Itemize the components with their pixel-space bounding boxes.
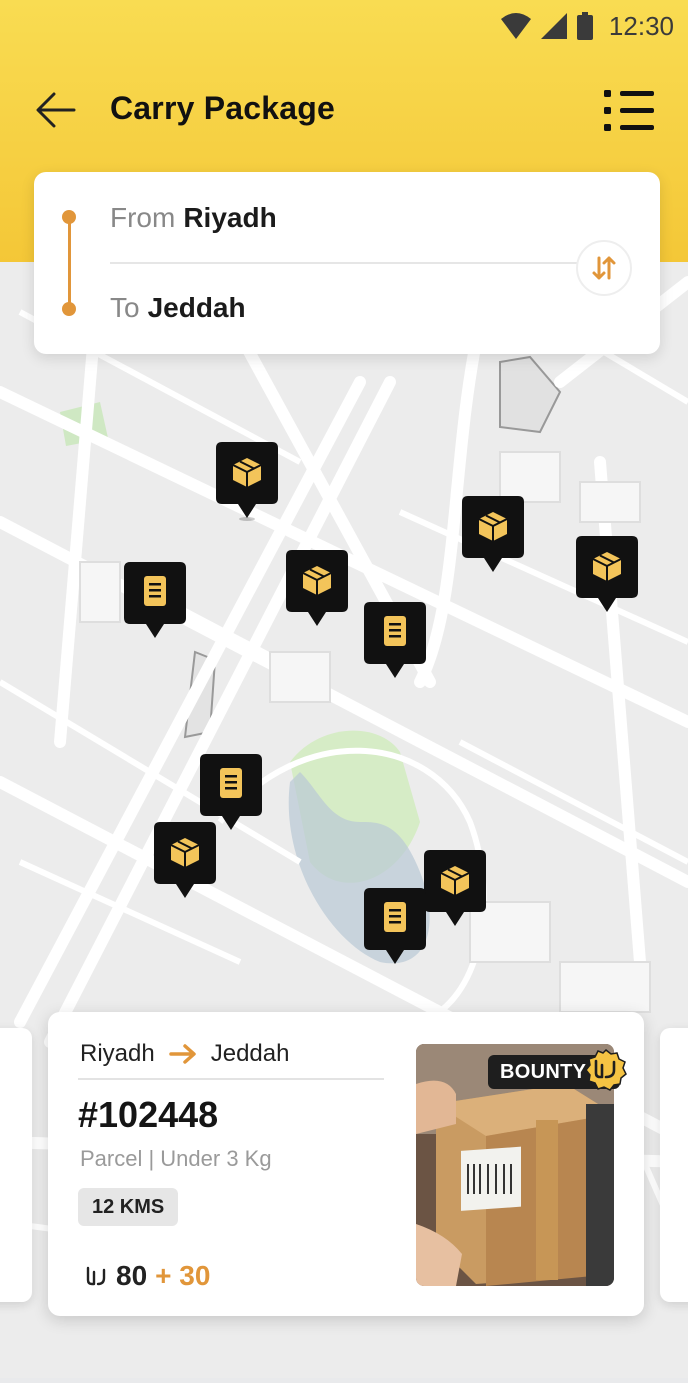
map-pin-package[interactable] (424, 850, 486, 930)
list-icon (604, 90, 654, 131)
map-pin-document[interactable] (124, 562, 186, 642)
destination-dot (62, 302, 76, 316)
job-card[interactable]: Riyadh Jeddah #102448 Parcel | Under 3 K… (48, 1012, 644, 1316)
from-field[interactable]: From Riyadh (110, 202, 277, 234)
to-label: To (110, 292, 140, 323)
currency-seal-icon (585, 1048, 628, 1091)
job-price: 80 + 30 (84, 1260, 210, 1292)
route-card: From Riyadh To Jeddah (34, 172, 660, 354)
next-job-card[interactable] (660, 1028, 688, 1302)
arrow-left-icon (36, 92, 76, 128)
map-pin-package[interactable] (216, 442, 278, 522)
app-bar: Carry Package (0, 70, 688, 150)
origin-dot (62, 210, 76, 224)
swap-route-button[interactable] (576, 240, 632, 296)
to-value: Jeddah (147, 292, 246, 323)
arrow-right-icon (168, 1044, 196, 1064)
wifi-icon (500, 13, 531, 39)
map-pin-document[interactable] (364, 602, 426, 682)
page-title: Carry Package (110, 90, 335, 126)
route-divider (110, 262, 590, 264)
battery-icon (576, 12, 593, 40)
job-route: Riyadh Jeddah (80, 1040, 289, 1068)
signal-icon (540, 13, 567, 39)
route-line (68, 216, 71, 308)
swap-icon (592, 256, 616, 280)
map-pin-package[interactable] (154, 822, 216, 902)
map-pin-package[interactable] (462, 496, 524, 576)
status-bar: 12:30 (500, 8, 674, 44)
job-from: Riyadh (80, 1040, 155, 1067)
job-to: Jeddah (210, 1040, 290, 1067)
distance-badge: 12 KMS (78, 1188, 179, 1226)
bonus-value: + 30 (155, 1260, 211, 1291)
map-pin-package[interactable] (286, 550, 348, 630)
from-value: Riyadh (183, 202, 277, 233)
job-id: #102448 (78, 1094, 219, 1135)
list-view-button[interactable] (604, 90, 654, 132)
to-field[interactable]: To Jeddah (110, 292, 246, 324)
job-divider (78, 1078, 384, 1080)
job-description: Parcel | Under 3 Kg (80, 1146, 272, 1171)
map-pin-document[interactable] (364, 888, 426, 968)
from-label: From (110, 202, 176, 233)
currency-icon (86, 1266, 106, 1286)
previous-job-card[interactable] (0, 1028, 32, 1302)
price-value: 80 (116, 1260, 148, 1291)
status-time: 12:30 (608, 10, 674, 41)
map-pin-package[interactable] (576, 536, 638, 616)
back-button[interactable] (34, 88, 78, 132)
bounty-badge: BOUNTY (488, 1048, 628, 1092)
